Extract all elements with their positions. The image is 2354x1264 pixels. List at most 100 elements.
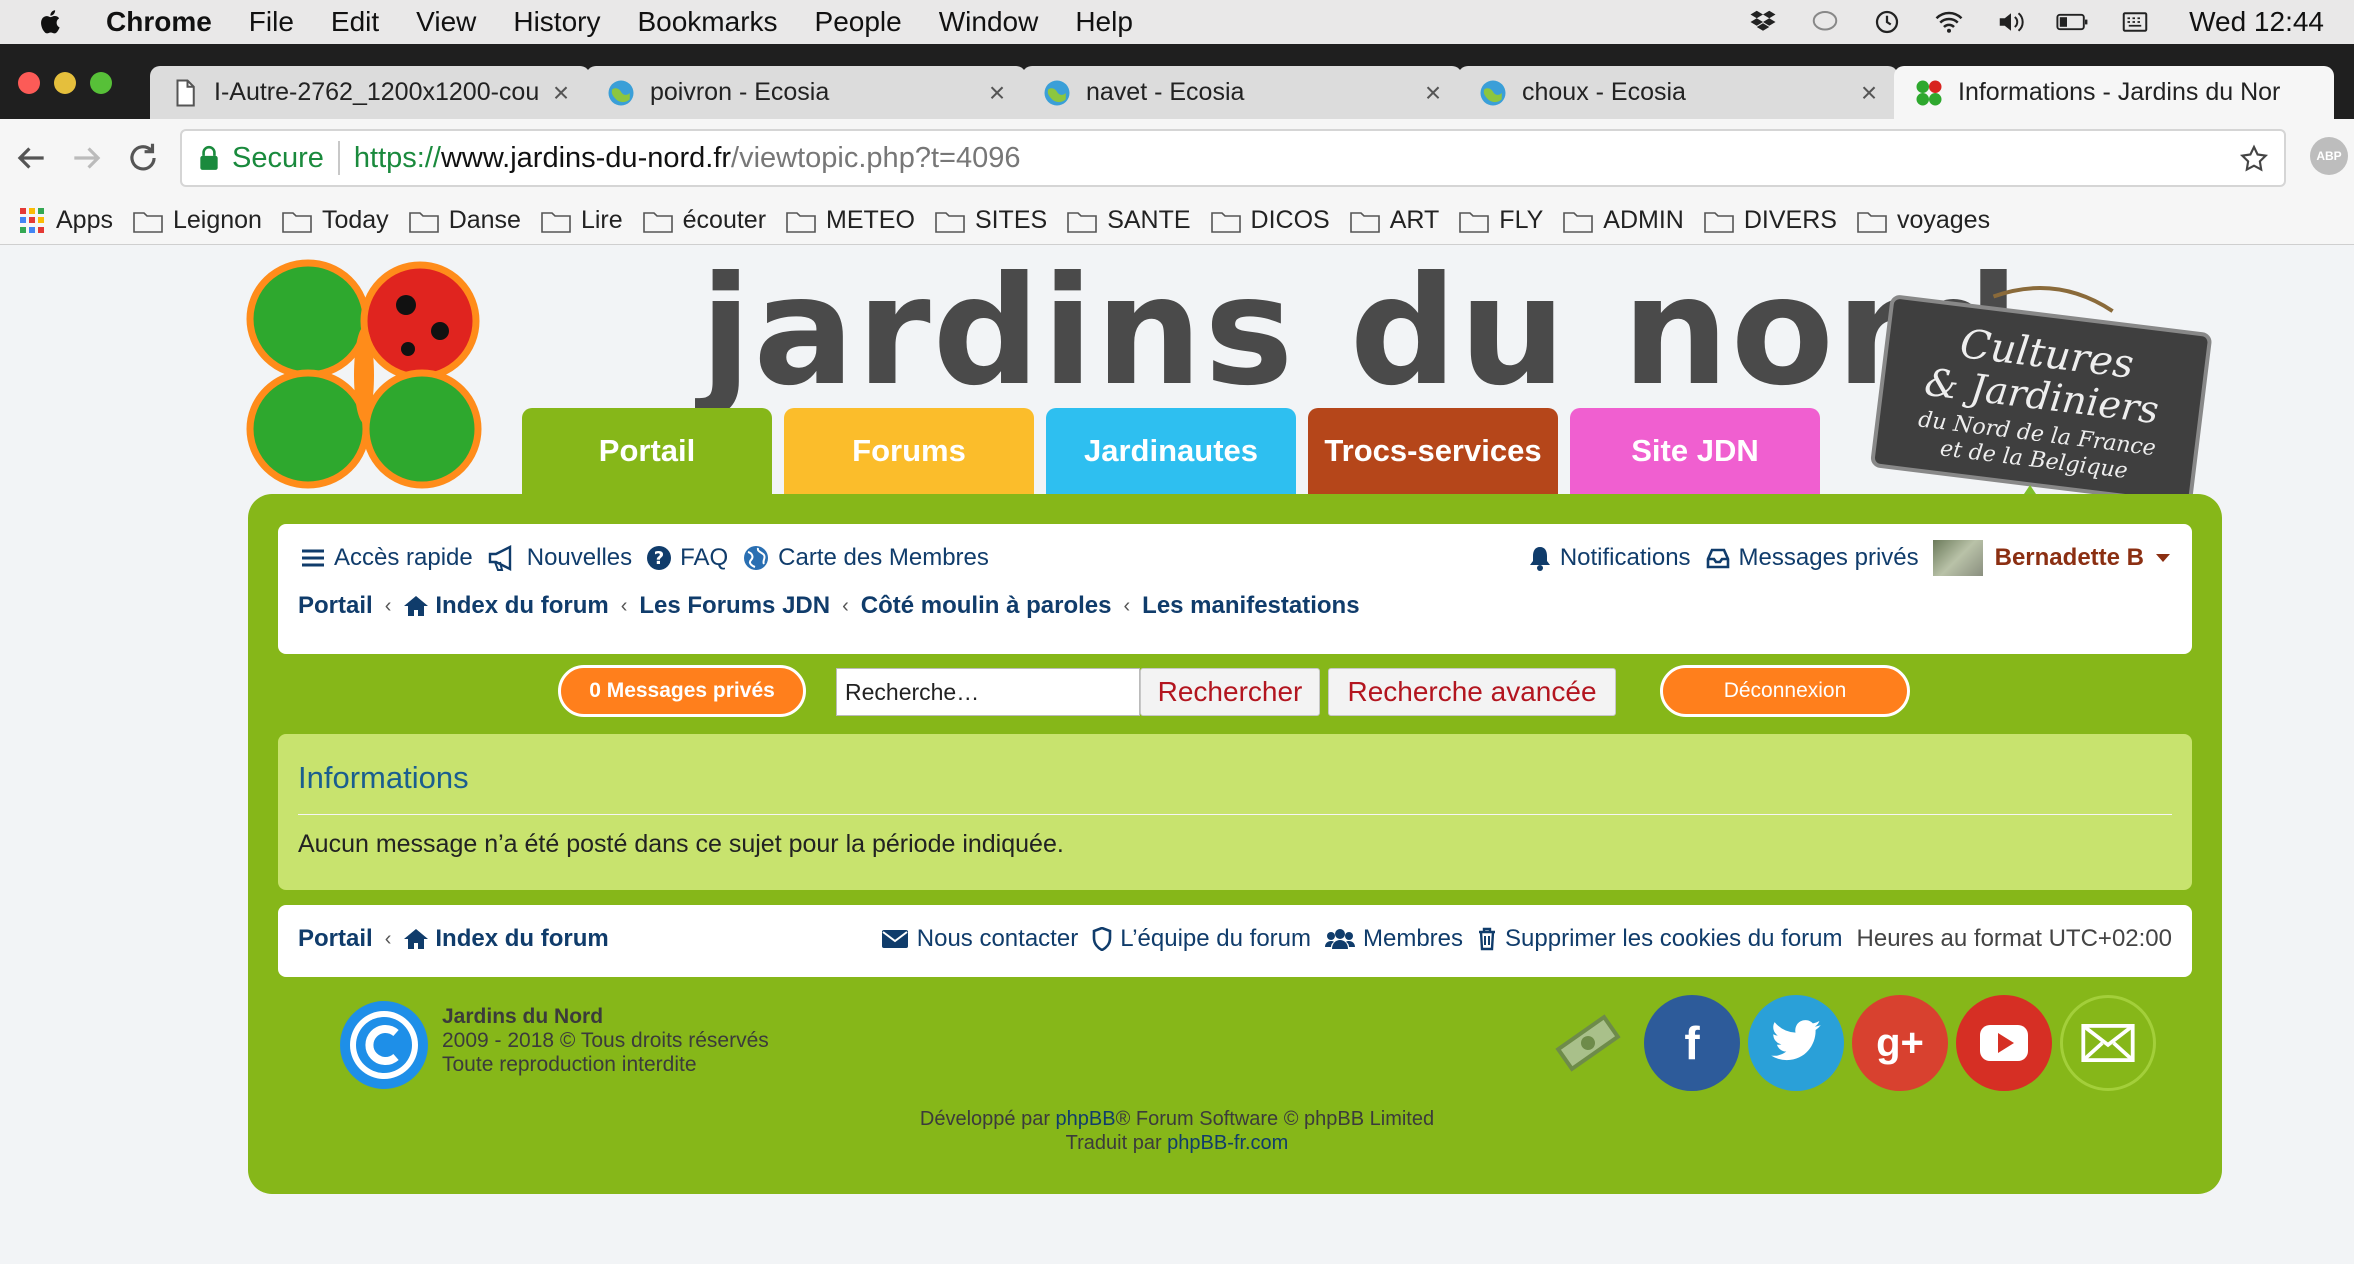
back-icon[interactable]	[12, 139, 50, 177]
bookmark-folder-art[interactable]: ART	[1349, 206, 1439, 235]
delete-cookies-link[interactable]: Supprimer les cookies du forum	[1477, 925, 1843, 953]
menu-edit[interactable]: Edit	[331, 6, 379, 38]
tab-choux[interactable]: choux - Ecosia ×	[1458, 66, 1898, 119]
menu-window[interactable]: Window	[939, 6, 1039, 38]
menu-file[interactable]: File	[249, 6, 294, 38]
menu-people[interactable]: People	[815, 6, 902, 38]
menu-help[interactable]: Help	[1075, 6, 1133, 38]
adblock-extension-icon[interactable]: ABP	[2310, 137, 2348, 175]
time-machine-icon[interactable]	[1869, 7, 1905, 37]
bookmark-folder-meteo[interactable]: METEO	[786, 206, 915, 235]
google-plus-icon[interactable]: g+	[1852, 995, 1948, 1091]
close-tab-icon[interactable]: ×	[546, 77, 576, 109]
breadcrumb-portail[interactable]: Portail	[298, 592, 373, 620]
nav-tab-forums[interactable]: Forums	[784, 408, 1034, 494]
mail-icon[interactable]	[2060, 995, 2156, 1091]
minimize-window-button[interactable]	[54, 72, 76, 94]
bookmark-star-icon[interactable]	[2238, 143, 2270, 175]
bookmark-folder-danse[interactable]: Danse	[408, 206, 521, 235]
close-tab-icon[interactable]: ×	[1418, 77, 1448, 109]
tab-informations-active[interactable]: Informations - Jardins du Nor	[1894, 66, 2334, 119]
copyright-text: Jardins du Nord 2009 - 2018 © Tous droit…	[442, 1005, 769, 1077]
username-menu[interactable]: Bernadette B	[1995, 544, 2144, 572]
private-messages-link[interactable]: Messages privés	[1705, 544, 1919, 572]
donate-icon[interactable]	[1540, 995, 1636, 1091]
bookmark-label: Today	[321, 206, 389, 234]
close-window-button[interactable]	[18, 72, 40, 94]
breadcrumb-moulin[interactable]: Côté moulin à paroles	[861, 592, 1112, 620]
tab-navet[interactable]: navet - Ecosia ×	[1022, 66, 1462, 119]
close-tab-icon[interactable]: ×	[1854, 77, 1884, 109]
reload-icon[interactable]	[124, 139, 162, 177]
breadcrumb-manifestations[interactable]: Les manifestations	[1142, 592, 1359, 620]
bookmark-label: FLY	[1499, 206, 1544, 234]
menu-app-name[interactable]: Chrome	[106, 6, 212, 38]
search-button[interactable]: Rechercher	[1140, 668, 1320, 716]
bookmark-folder-voyages[interactable]: voyages	[1857, 206, 1990, 235]
logout-button[interactable]: Déconnexion	[1660, 665, 1910, 717]
phpbb-fr-link[interactable]: phpBB-fr.com	[1167, 1132, 1288, 1154]
twitter-icon[interactable]	[1748, 995, 1844, 1091]
avatar[interactable]	[1932, 540, 1983, 576]
bookmark-folder-ecouter[interactable]: écouter	[642, 206, 766, 235]
search-input[interactable]: Recherche…	[836, 668, 1140, 716]
url-host: www.jardins-du-nord.fr	[440, 141, 732, 174]
quick-links-row: Accès rapide Nouvelles ? FAQ Carte des M…	[300, 540, 2172, 576]
close-tab-icon[interactable]: ×	[982, 77, 1012, 109]
chevron-left-icon: ‹	[1123, 594, 1131, 617]
bookmark-folder-dicos[interactable]: DICOS	[1210, 206, 1330, 235]
footer-breadcrumb-portail[interactable]: Portail	[298, 925, 373, 953]
bookmark-folder-divers[interactable]: DIVERS	[1704, 206, 1837, 235]
youtube-icon[interactable]	[1956, 995, 2052, 1091]
faq-link[interactable]: ? FAQ	[646, 544, 728, 572]
butterfly-logo[interactable]	[246, 257, 486, 491]
breadcrumb-index[interactable]: Index du forum	[435, 592, 608, 620]
footer-breadcrumb-index[interactable]: Index du forum	[435, 925, 608, 953]
apple-icon[interactable]	[36, 7, 66, 37]
team-link[interactable]: L’équipe du forum	[1092, 925, 1311, 953]
tab-autre[interactable]: I-Autre-2762_1200x1200-cou ×	[150, 66, 590, 119]
forward-icon[interactable]	[68, 139, 106, 177]
nav-tab-portail[interactable]: Portail	[522, 408, 772, 494]
menu-history[interactable]: History	[513, 6, 600, 38]
nav-tab-jardinautes[interactable]: Jardinautes	[1046, 408, 1296, 494]
breadcrumb-forums-jdn[interactable]: Les Forums JDN	[639, 592, 830, 620]
nav-tab-trocs-services[interactable]: Trocs-services	[1308, 408, 1558, 494]
menu-view[interactable]: View	[416, 6, 476, 38]
tab-poivron[interactable]: poivron - Ecosia ×	[586, 66, 1026, 119]
bookmark-folder-today[interactable]: Today	[282, 206, 389, 235]
bookmark-folder-sante[interactable]: SANTE	[1067, 206, 1191, 235]
battery-icon[interactable]	[2055, 7, 2091, 37]
site-title[interactable]: jardins du nord	[700, 245, 2021, 419]
bookmark-apps[interactable]: Apps	[20, 206, 113, 235]
messages-icon[interactable]	[1807, 7, 1843, 37]
contact-link[interactable]: Nous contacter	[881, 925, 1078, 953]
users-icon	[1325, 929, 1355, 949]
apps-grid-icon	[20, 207, 46, 234]
facebook-icon[interactable]: f	[1644, 995, 1740, 1091]
volume-icon[interactable]	[1993, 7, 2029, 37]
bookmark-folder-sites[interactable]: SITES	[935, 206, 1047, 235]
quick-access-menu[interactable]: Accès rapide	[300, 544, 473, 572]
bookmark-folder-lire[interactable]: Lire	[541, 206, 623, 235]
keyboard-viewer-icon[interactable]	[2117, 7, 2153, 37]
members-map-link[interactable]: Carte des Membres	[742, 544, 989, 572]
zoom-window-button[interactable]	[90, 72, 112, 94]
tab-label: choux - Ecosia	[1522, 78, 1686, 106]
address-bar[interactable]: Secure https:// www.jardins-du-nord.fr /…	[180, 129, 2286, 187]
notifications-link[interactable]: Notifications	[1528, 544, 1691, 572]
news-link[interactable]: Nouvelles	[487, 544, 632, 572]
phpbb-link[interactable]: phpBB	[1056, 1108, 1116, 1130]
wifi-icon[interactable]	[1931, 7, 1967, 37]
bookmark-folder-admin[interactable]: ADMIN	[1563, 206, 1684, 235]
members-link[interactable]: Membres	[1325, 925, 1463, 953]
nav-tab-site-jdn[interactable]: Site JDN	[1570, 408, 1820, 494]
bookmark-folder-fly[interactable]: FLY	[1459, 206, 1543, 235]
chevron-down-icon[interactable]	[2154, 552, 2172, 564]
menubar-clock[interactable]: Wed 12:44	[2189, 6, 2324, 38]
private-messages-button[interactable]: 0 Messages privés	[558, 665, 806, 717]
bookmark-folder-leignon[interactable]: Leignon	[133, 206, 262, 235]
menu-bookmarks[interactable]: Bookmarks	[637, 6, 777, 38]
advanced-search-button[interactable]: Recherche avancée	[1328, 668, 1616, 716]
dropbox-icon[interactable]	[1745, 7, 1781, 37]
